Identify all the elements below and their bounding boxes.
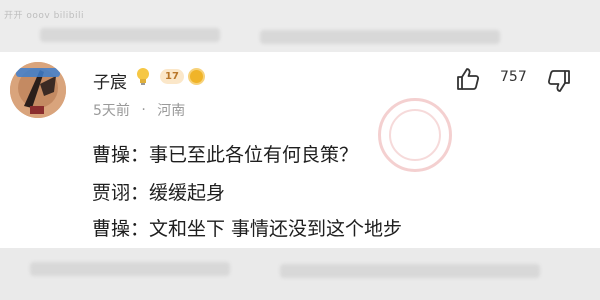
comment-card: 子宸 17 5天前 · 河南 757 曹操：事已至此各位有何良策？ 贾诩：缓缓起… xyxy=(0,52,600,248)
thumb-down-icon[interactable] xyxy=(546,68,572,94)
like-count: 757 xyxy=(500,69,527,85)
comment-line: 曹操：事已至此各位有何良策？ xyxy=(92,144,359,166)
medal-icon xyxy=(188,68,205,85)
thumb-up-icon[interactable] xyxy=(455,66,481,92)
blurred-text xyxy=(280,264,540,278)
blurred-text xyxy=(260,30,500,44)
stamp-inner-ring xyxy=(389,109,441,161)
comment-time: 5天前 xyxy=(93,103,130,119)
comment-location: 河南 xyxy=(157,103,186,119)
watermark: 开开 ooov bilibili xyxy=(4,11,84,21)
comment-line: 曹操：文和坐下 事情还没到这个地步 xyxy=(92,218,403,240)
level-badge: 17 xyxy=(160,69,184,84)
blurred-text xyxy=(30,262,230,276)
blurred-text xyxy=(40,28,220,42)
username[interactable]: 子宸 xyxy=(93,68,127,93)
lightbulb-icon xyxy=(137,68,149,85)
blurred-top-area: 开开 ooov bilibili xyxy=(0,0,600,56)
comment-meta: 5天前 · 河南 xyxy=(93,100,185,120)
stamp-watermark xyxy=(378,98,452,172)
blurred-bottom-area xyxy=(0,248,600,300)
avatar[interactable] xyxy=(10,62,66,118)
comment-line: 贾诩：缓缓起身 xyxy=(92,182,226,204)
meta-separator: · xyxy=(141,102,146,118)
avatar-image xyxy=(10,62,66,118)
